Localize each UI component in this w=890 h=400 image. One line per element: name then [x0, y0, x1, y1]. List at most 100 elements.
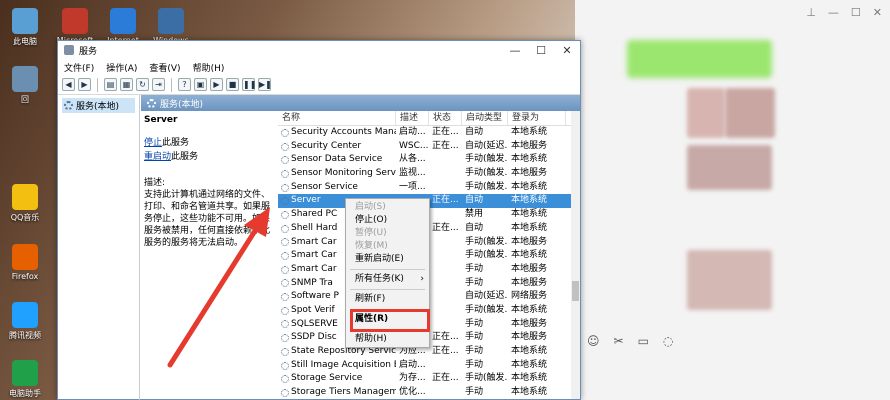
cell-startup-type: 手动(触发...	[465, 373, 508, 384]
table-row[interactable]: Sensor Monitoring Service监视... 手动(触发...本地…	[278, 167, 578, 181]
cell-status	[429, 153, 462, 167]
table-row[interactable]: Sensor Data Service 从各... 手动(触发...本地系统	[278, 153, 578, 167]
service-name-text: Still Image Acquisition Ev...	[291, 359, 396, 370]
start-icon[interactable]: ▶	[210, 78, 223, 91]
context-menu-item[interactable]: 暂停(U)	[346, 227, 429, 240]
cell-status	[429, 167, 462, 181]
maximize-icon[interactable]: ☐	[851, 6, 861, 19]
cell-logon-as: 网络服务	[511, 291, 548, 302]
context-menu-item[interactable]: 所有任务(K) ›	[346, 273, 429, 286]
vertical-scrollbar[interactable]	[571, 111, 580, 399]
menu-view[interactable]: 查看(V)	[149, 61, 180, 74]
context-menu-item[interactable]: 重新启动(E)	[346, 253, 429, 266]
cell-logon-as: 本地服务	[511, 277, 548, 288]
desktop-icon[interactable]: QQ音乐	[2, 184, 48, 223]
gear-icon	[281, 252, 289, 261]
console-tree-icon[interactable]: ▤	[104, 78, 117, 91]
export-icon[interactable]: ⇥	[152, 78, 165, 91]
emoji-icon[interactable]: ☺	[587, 334, 600, 348]
cell-startup-type: 手动	[465, 359, 484, 370]
restart-service-link[interactable]: 重启动	[144, 152, 171, 162]
table-row[interactable]: Storage Tiers Management优化... 手动 本地系统	[278, 386, 578, 399]
gear-icon	[281, 197, 289, 206]
tree-item-services-local[interactable]: 服务(本地)	[62, 98, 135, 113]
scrollbar-thumb[interactable]	[572, 281, 579, 301]
close-button[interactable]: ✕	[554, 44, 580, 57]
folder-icon[interactable]: ▭	[638, 334, 649, 348]
context-menu-item[interactable]: 启动(S)	[346, 201, 429, 214]
table-row[interactable]: Security Center WSC...正在... 自动(延迟...本地服务	[278, 140, 578, 154]
maximize-button[interactable]: ☐	[528, 44, 554, 57]
gear-icon	[281, 142, 289, 151]
cell-logon-as: 本地系统	[511, 346, 548, 356]
back-arrow-icon[interactable]: ◀	[62, 78, 75, 91]
service-name-text: Sensor Data Service	[291, 154, 383, 165]
desktop-icon[interactable]: 腾讯视频	[2, 302, 48, 341]
desktop-icon[interactable]: 此电脑	[2, 8, 48, 47]
context-menu-item-label: 刷新(F)	[355, 294, 386, 304]
table-row[interactable]: Storage Service 为存... 正在... 手动(触发...本地系统	[278, 372, 578, 386]
gear-icon	[281, 306, 289, 315]
chat-toolbar: ☺ ✂ ▭ ◌	[587, 334, 673, 348]
forward-arrow-icon[interactable]: ▶	[78, 78, 91, 91]
cell-status: 正在...	[432, 332, 459, 343]
close-icon[interactable]: ✕	[873, 6, 882, 19]
menu-file[interactable]: 文件(F)	[64, 61, 94, 74]
restart-icon[interactable]: ▶❚	[258, 78, 272, 91]
cell-description: WSC...	[399, 140, 429, 151]
cell-logon-as: 本地系统	[511, 127, 548, 137]
service-name: Server	[144, 115, 178, 125]
cell-name: Still Image Acquisition Ev...	[278, 359, 396, 373]
cell-startup-type: 手动(触发...	[465, 168, 508, 179]
desktop-icon-label: QQ音乐	[10, 213, 40, 222]
column-header-description[interactable]: 描述	[396, 111, 429, 125]
service-name-text: Software P	[291, 291, 339, 302]
desktop-icon[interactable]: 电脑助手	[2, 360, 48, 399]
cell-status: 正在...	[432, 222, 459, 233]
desktop-icon[interactable]: 回	[2, 66, 48, 105]
refresh-icon[interactable]: ↻	[136, 78, 149, 91]
context-menu-item[interactable]: 停止(O)	[346, 214, 429, 227]
desktop-icon[interactable]: Firefox	[2, 244, 48, 281]
properties-icon[interactable]: ▦	[120, 78, 133, 91]
gear-icon	[281, 375, 289, 384]
table-row[interactable]: Security Accounts Manag...启动... 正在... 自动 本地…	[278, 126, 578, 140]
stop-icon[interactable]: ■	[226, 78, 239, 91]
context-menu-item[interactable]: 帮助(H)	[346, 333, 429, 346]
cell-startup-type: 手动	[465, 318, 484, 329]
menu-action[interactable]: 操作(A)	[106, 61, 137, 74]
menu-help[interactable]: 帮助(H)	[193, 61, 225, 74]
context-menu-item[interactable]: 恢复(M)	[346, 240, 429, 253]
gear-icon	[281, 293, 289, 302]
pane-header-label: 服务(本地)	[160, 99, 204, 110]
context-menu-item-label: 启动(S)	[355, 202, 386, 212]
table-row[interactable]: Still Image Acquisition Ev...启动... 手动 本地系统	[278, 359, 578, 373]
scissors-icon[interactable]: ✂	[614, 334, 624, 348]
minimize-button[interactable]: —	[502, 44, 528, 57]
pause-icon[interactable]: ❚❚	[242, 78, 256, 91]
view-icon[interactable]: ▣	[194, 78, 207, 91]
column-header-name[interactable]: 名称	[278, 111, 396, 125]
service-name-text: Security Accounts Manag...	[291, 127, 396, 137]
chat-titlebar: ⊥ — ☐ ✕	[806, 6, 882, 19]
cell-name: Sensor Monitoring Service	[278, 167, 396, 181]
chat-icon[interactable]: ◌	[663, 334, 673, 348]
cell-name: Security Center	[278, 140, 396, 154]
stop-service-link[interactable]: 停止	[144, 138, 162, 148]
cell-startup-type: 自动	[465, 222, 484, 233]
minimize-icon[interactable]: —	[828, 6, 839, 19]
column-header-logon-as[interactable]: 登录为	[508, 111, 566, 125]
context-menu-item[interactable]: 刷新(F)	[346, 293, 429, 306]
cell-status	[429, 181, 462, 195]
app-icon	[12, 244, 38, 270]
gear-icon	[281, 347, 289, 356]
desktop-icon-label: 腾讯视频	[9, 331, 41, 340]
help-icon[interactable]: ?	[178, 78, 191, 91]
cell-logon-as: 本地系统	[511, 250, 548, 261]
pin-icon[interactable]: ⊥	[806, 6, 816, 19]
cell-status	[429, 290, 462, 304]
column-header-status[interactable]: 状态	[429, 111, 462, 125]
table-row[interactable]: Sensor Service 一项... 手动(触发...本地系统	[278, 181, 578, 195]
column-header-startup-type[interactable]: 启动类型	[462, 111, 508, 125]
title-bar[interactable]: 服务 — ☐ ✕	[58, 41, 580, 59]
